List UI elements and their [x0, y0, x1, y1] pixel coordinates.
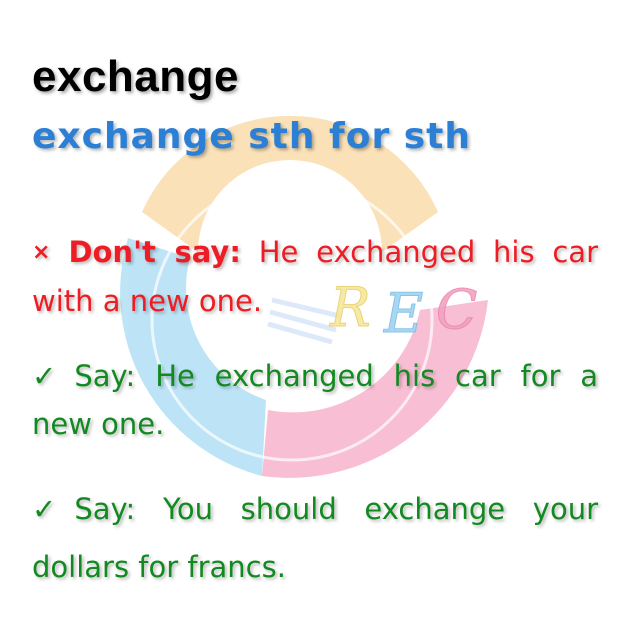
- correct-example-1: ✓ Say: He exchanged his car for a new one…: [32, 352, 598, 448]
- cross-icon: ×: [32, 240, 51, 265]
- vocabulary-word: exchange: [32, 52, 239, 101]
- dont-say-label: Don't say:: [68, 235, 241, 269]
- check-icon: ✓: [32, 492, 57, 526]
- check-icon: ✓: [32, 359, 57, 393]
- say-label: Say:: [74, 492, 136, 526]
- correct-example-2: ✓ Say: You should exchange your dollars f…: [32, 480, 598, 596]
- usage-pattern: exchange sth for sth: [32, 116, 471, 157]
- incorrect-example: × Don't say: He exchanged his car with a …: [32, 228, 598, 325]
- lesson-card: exchange exchange sth for sth × Don't say…: [0, 0, 640, 640]
- say-label: Say:: [74, 359, 136, 393]
